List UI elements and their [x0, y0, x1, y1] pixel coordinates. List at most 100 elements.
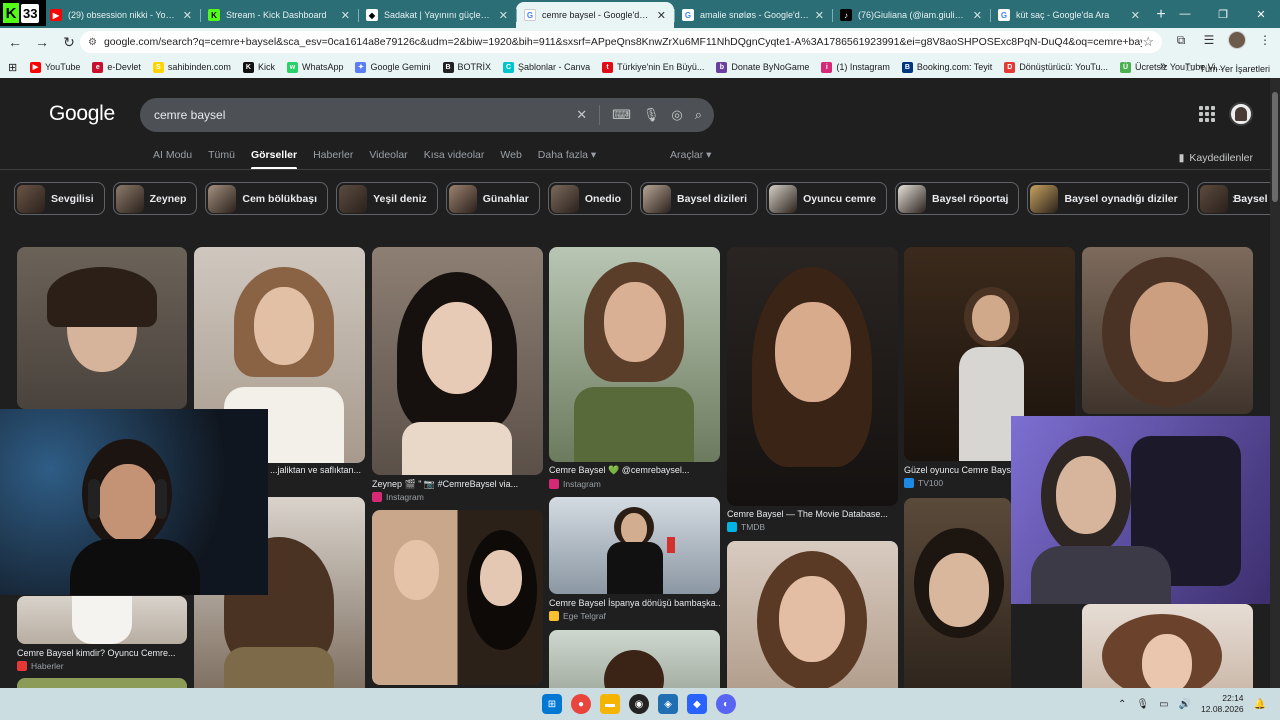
- bookmark-item[interactable]: K Kick: [242, 61, 275, 73]
- related-search-chip[interactable]: Baysel kimdir: [1196, 182, 1280, 215]
- reload-icon[interactable]: ↻: [57, 30, 81, 54]
- image-result[interactable]: [904, 498, 1011, 688]
- search-tab[interactable]: Kısa videolar: [424, 149, 485, 161]
- image-result[interactable]: [17, 247, 187, 409]
- account-avatar[interactable]: [1229, 102, 1253, 126]
- bookmark-item[interactable]: D Dönüştürücü: YouTu...: [1004, 61, 1108, 73]
- discord-icon[interactable]: ◐: [716, 694, 736, 714]
- notification-icon[interactable]: 🔔: [1254, 699, 1266, 710]
- tab-tiktok[interactable]: ♪ (76)Giuliana (@iam.giuliana) | T ✕: [832, 2, 990, 28]
- bookmark-item[interactable]: b Donate ByNoGame: [716, 61, 809, 73]
- bookmark-item[interactable]: w WhatsApp: [286, 61, 343, 73]
- search-input[interactable]: cemre baysel: [154, 108, 576, 122]
- tab-sadakat[interactable]: ◆ Sadakat | Yayınını güçlendirmek ✕: [358, 2, 516, 28]
- forward-icon[interactable]: →: [30, 30, 54, 54]
- windows-start-icon[interactable]: ⊞: [542, 694, 562, 714]
- network-icon[interactable]: ▭: [1159, 699, 1168, 710]
- all-bookmarks-button[interactable]: 🗀 Tüm Yer İşaretleri: [1185, 61, 1270, 77]
- page-scrollbar[interactable]: [1270, 78, 1280, 688]
- keyboard-icon[interactable]: ⌨: [612, 107, 631, 123]
- search-tab[interactable]: Videolar: [369, 149, 407, 161]
- tab-google-2[interactable]: G amalie snøløs - Google'da Ara ✕: [674, 2, 832, 28]
- back-icon[interactable]: ←: [3, 30, 27, 54]
- close-window-icon[interactable]: ✕: [1242, 0, 1280, 28]
- bookmark-item[interactable]: t Türkiye'nin En Büyü...: [602, 61, 704, 73]
- search-tab[interactable]: AI Modu: [153, 149, 192, 161]
- close-icon[interactable]: ✕: [341, 9, 350, 22]
- search-tab[interactable]: Daha fazla ▾: [538, 149, 596, 161]
- menu-icon[interactable]: ⋮: [1256, 33, 1274, 47]
- tab-kick[interactable]: K Stream - Kick Dashboard ✕: [200, 2, 358, 28]
- minimize-icon[interactable]: —: [1166, 0, 1204, 28]
- saved-button[interactable]: ▮ Kaydedilenler: [1179, 152, 1253, 164]
- result-caption[interactable]: Zeynep 🎬 " 📷 #CemreBaysel via...: [372, 479, 543, 490]
- tab-google-3[interactable]: G küt saç - Google'da Ara ✕: [990, 2, 1148, 28]
- maximize-icon[interactable]: ❐: [1204, 0, 1242, 28]
- related-search-chip[interactable]: Sevgilisi: [14, 182, 105, 215]
- site-info-icon[interactable]: ⚙: [88, 37, 97, 48]
- address-bar[interactable]: ⚙ google.com/search?q=cemre+baysel&sca_e…: [80, 31, 1162, 53]
- chevron-right-icon[interactable]: ›: [1232, 190, 1237, 206]
- obs-icon[interactable]: ◉: [629, 694, 649, 714]
- image-result[interactable]: [549, 247, 720, 462]
- tab-youtube[interactable]: ▶ (29) obsession nikki - YouTube ✕: [42, 2, 200, 28]
- app-icon[interactable]: ◆: [687, 694, 707, 714]
- bookmark-item[interactable]: C Şablonlar - Canva: [503, 61, 590, 73]
- image-result[interactable]: [1082, 604, 1253, 688]
- related-search-chip[interactable]: Onedio: [547, 182, 633, 215]
- apps-grid-icon[interactable]: ⊞: [8, 61, 20, 74]
- microphone-icon[interactable]: 🎙: [643, 107, 660, 123]
- search-icon[interactable]: ⌕: [695, 107, 702, 123]
- related-search-chip[interactable]: Baysel dizileri: [640, 182, 759, 215]
- related-search-chip[interactable]: Günahlar: [445, 182, 540, 215]
- result-caption[interactable]: Cemre Baysel — The Movie Database...: [727, 509, 898, 519]
- chevron-up-icon[interactable]: ⌃: [1118, 699, 1126, 710]
- close-icon[interactable]: ✕: [973, 9, 982, 22]
- volume-icon[interactable]: 🔊: [1179, 699, 1191, 710]
- related-search-chip[interactable]: Zeynep: [112, 182, 198, 215]
- result-caption[interactable]: Güzel oyuncu Cemre Baysel...: [904, 465, 1011, 475]
- bookmark-item[interactable]: B Booking.com: Teyit: [901, 61, 992, 73]
- extensions-icon[interactable]: ⧉: [1172, 33, 1190, 48]
- lens-icon[interactable]: ◎: [671, 107, 682, 123]
- tools-menu[interactable]: Araçlar ▾: [670, 149, 711, 161]
- image-result[interactable]: [372, 510, 543, 685]
- google-apps-icon[interactable]: [1199, 106, 1215, 122]
- image-result[interactable]: [17, 678, 187, 688]
- related-search-chip[interactable]: Baysel röportaj: [895, 182, 1020, 215]
- file-explorer-icon[interactable]: ▬: [600, 694, 620, 714]
- mic-tray-icon[interactable]: 🎙: [1136, 699, 1149, 710]
- clock[interactable]: 22:14 12.08.2026: [1201, 693, 1244, 715]
- image-result[interactable]: [727, 541, 898, 688]
- bookmark-item[interactable]: B BOTRİX: [442, 61, 491, 73]
- search-tab[interactable]: Haberler: [313, 149, 353, 161]
- close-icon[interactable]: ✕: [1131, 9, 1140, 22]
- close-icon[interactable]: ✕: [183, 9, 192, 22]
- result-caption[interactable]: Cemre Baysel kimdir? Oyuncu Cemre...: [17, 648, 187, 658]
- bookmark-item[interactable]: Ssahibinden.com: [152, 61, 231, 73]
- media-icon[interactable]: ☰: [1200, 33, 1218, 47]
- search-box[interactable]: cemre baysel ✕ ⌨ 🎙 ◎ ⌕: [140, 98, 714, 132]
- profile-avatar[interactable]: [1228, 31, 1246, 49]
- close-icon[interactable]: ✕: [657, 9, 666, 22]
- bookmark-item[interactable]: e e-Devlet: [92, 61, 141, 73]
- search-tab[interactable]: Görseller: [250, 149, 298, 170]
- bookmark-star-icon[interactable]: ☆: [1142, 34, 1154, 50]
- result-caption[interactable]: Cemre Baysel 💚 @cemrebaysel...: [549, 465, 720, 476]
- result-caption[interactable]: Cemre Baysel İspanya dönüşü bambaşka...: [549, 598, 720, 608]
- google-logo[interactable]: Google: [49, 102, 115, 126]
- image-result[interactable]: [727, 247, 898, 506]
- image-result[interactable]: [549, 630, 720, 688]
- related-search-chip[interactable]: Oyuncu cemre: [766, 182, 888, 215]
- close-icon[interactable]: ✕: [499, 9, 508, 22]
- image-result[interactable]: [549, 497, 720, 594]
- related-search-chip[interactable]: Baysel oynadığı diziler: [1027, 182, 1189, 215]
- related-search-chip[interactable]: Cem bölükbaşı: [205, 182, 329, 215]
- image-result[interactable]: [1082, 247, 1253, 414]
- app-icon[interactable]: ◈: [658, 694, 678, 714]
- close-icon[interactable]: ✕: [815, 9, 824, 22]
- more-bookmarks-icon[interactable]: »: [1160, 60, 1166, 72]
- related-search-chip[interactable]: Yeşil deniz: [336, 182, 438, 215]
- bookmark-item[interactable]: ✦ Google Gemini: [355, 61, 431, 73]
- image-result[interactable]: [372, 247, 543, 475]
